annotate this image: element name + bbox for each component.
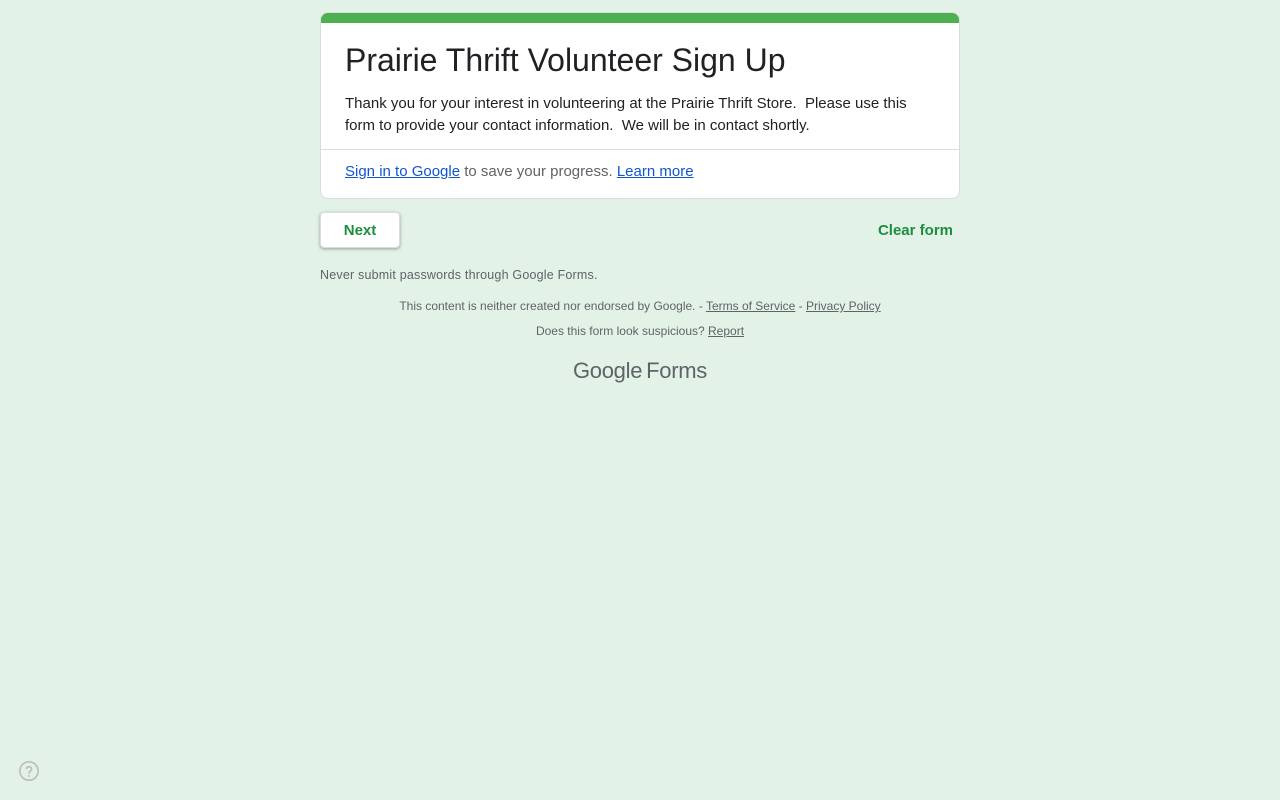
privacy-policy-link[interactable]: Privacy Policy (806, 299, 881, 313)
accent-bar (321, 13, 959, 23)
title-area: Prairie Thrift Volunteer Sign Up Thank y… (321, 23, 959, 150)
form-actions: Next Clear form (320, 212, 960, 250)
signin-middle-text: to save your progress. (460, 163, 617, 180)
form-header-card: Prairie Thrift Volunteer Sign Up Thank y… (320, 12, 960, 199)
form-container: Prairie Thrift Volunteer Sign Up Thank y… (320, 12, 960, 384)
form-title: Prairie Thrift Volunteer Sign Up (345, 42, 786, 78)
form-description: Thank you for your interest in volunteer… (345, 95, 911, 134)
disclaimer-text: This content is neither created nor endo… (399, 299, 706, 313)
sign-in-link[interactable]: Sign in to Google (345, 163, 460, 180)
logo-google-text: Google (573, 358, 643, 383)
help-circle-icon[interactable] (18, 760, 40, 782)
disclaimer-line: This content is neither created nor endo… (320, 299, 960, 313)
suspicious-text: Does this form look suspicious? (535, 324, 709, 338)
learn-more-link[interactable]: Learn more (617, 163, 694, 180)
page: Prairie Thrift Volunteer Sign Up Thank y… (0, 0, 1280, 800)
google-forms-logo[interactable]: Google Forms (320, 358, 960, 384)
report-link[interactable]: Report (708, 324, 744, 338)
next-button[interactable]: Next (320, 212, 400, 248)
terms-of-service-link[interactable]: Terms of Service (706, 299, 795, 313)
footer-separator: - (795, 299, 806, 313)
password-warning: Never submit passwords through Google Fo… (320, 268, 598, 282)
suspicious-line: Does this form look suspicious? Report (320, 324, 960, 338)
logo-forms-text: Forms (646, 358, 707, 383)
clear-form-button[interactable]: Clear form (871, 212, 960, 248)
signin-notice: Sign in to Google to save your progress.… (321, 150, 959, 198)
